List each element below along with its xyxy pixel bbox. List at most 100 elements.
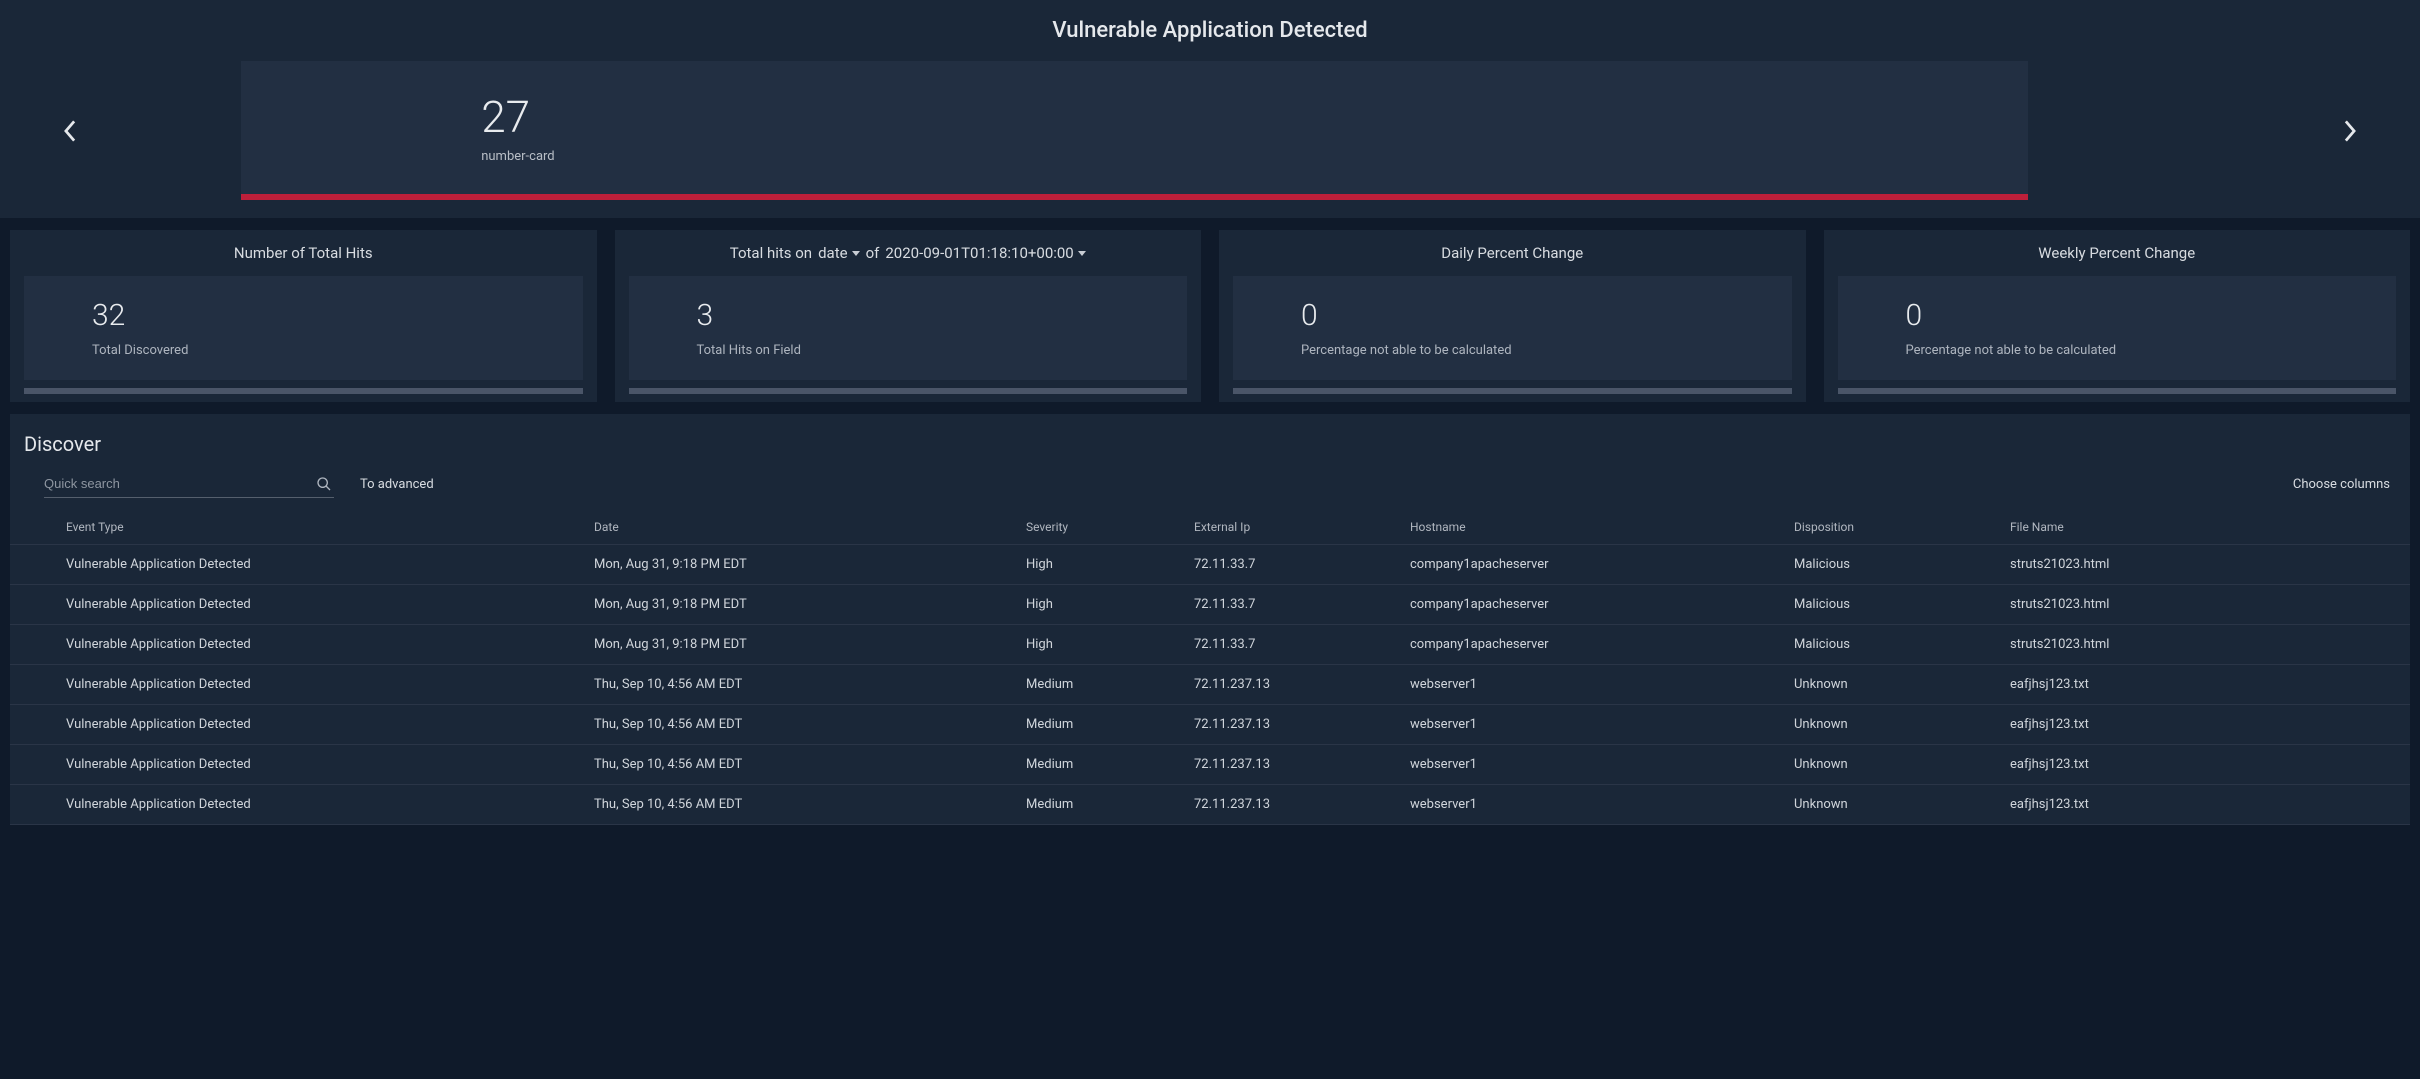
cell-hostname: webserver1 [1402,705,1786,745]
stat-label: Total Hits on Field [697,343,1188,358]
cell-event: Vulnerable Application Detected [10,785,586,825]
cell-hostname: company1apacheserver [1402,625,1786,665]
cell-hostname: company1apacheserver [1402,545,1786,585]
stat-label: Percentage not able to be calculated [1906,343,2397,358]
hero-label: number-card [481,149,2027,164]
cell-disposition: Malicious [1786,545,2002,585]
chevron-left-icon [63,120,77,142]
discover-section: Discover To advanced Choose columns Even… [10,414,2410,825]
cell-event: Vulnerable Application Detected [10,705,586,745]
cell-severity: High [1018,585,1186,625]
stat-title: Number of Total Hits [24,244,583,262]
column-header[interactable]: Event Type [10,510,586,545]
stat-card: 0Percentage not able to be calculated [1233,276,1792,380]
cell-ip: 72.11.33.7 [1186,625,1402,665]
prev-button[interactable] [50,111,90,151]
cell-date: Mon, Aug 31, 9:18 PM EDT [586,585,1018,625]
stat-panel: Weekly Percent Change 0 Percentage not abl… [1824,230,2411,402]
events-table: Event TypeDateSeverityExternal IpHostnam… [10,510,2410,825]
cell-ip: 72.11.33.7 [1186,545,1402,585]
scrollbar[interactable] [1233,388,1792,394]
stat-value: 0 [1906,298,2397,333]
cell-severity: Medium [1018,785,1186,825]
cell-date: Thu, Sep 10, 4:56 AM EDT [586,705,1018,745]
cell-date: Mon, Aug 31, 9:18 PM EDT [586,625,1018,665]
cell-disposition: Unknown [1786,665,2002,705]
cell-severity: High [1018,545,1186,585]
to-advanced-link[interactable]: To advanced [360,477,434,492]
cell-filename: eafjhsj123.txt [2002,745,2410,785]
scrollbar[interactable] [629,388,1188,394]
cell-event: Vulnerable Application Detected [10,545,586,585]
cell-filename: eafjhsj123.txt [2002,705,2410,745]
page-title: Vulnerable Application Detected [0,18,2420,43]
cell-event: Vulnerable Application Detected [10,745,586,785]
column-header[interactable]: Date [586,510,1018,545]
table-row[interactable]: Vulnerable Application DetectedMon, Aug … [10,585,2410,625]
stat-panel: Daily Percent Change 0Percentage not able… [1219,230,1806,402]
table-row[interactable]: Vulnerable Application DetectedThu, Sep … [10,745,2410,785]
next-button[interactable] [2330,111,2370,151]
cell-event: Vulnerable Application Detected [10,665,586,705]
cell-severity: High [1018,625,1186,665]
cell-severity: Medium [1018,665,1186,705]
hero-number-card: 27 number-card [241,61,2027,200]
table-row[interactable]: Vulnerable Application DetectedMon, Aug … [10,545,2410,585]
discover-toolbar: To advanced Choose columns [10,470,2410,510]
header-section: Vulnerable Application Detected 27 numbe… [0,0,2420,218]
cell-ip: 72.11.237.13 [1186,745,1402,785]
search-input[interactable] [44,470,334,497]
cell-filename: struts21023.html [2002,625,2410,665]
stat-date-field-dropdown[interactable]: date [818,244,859,262]
stat-label: Percentage not able to be calculated [1301,343,1792,358]
cell-filename: struts21023.html [2002,585,2410,625]
column-header[interactable]: Severity [1018,510,1186,545]
cell-hostname: webserver1 [1402,785,1786,825]
cell-hostname: webserver1 [1402,665,1786,705]
stat-value: 3 [697,298,1188,333]
cell-date: Mon, Aug 31, 9:18 PM EDT [586,545,1018,585]
stat-card: 0 Percentage not able to be calculated [1838,276,2397,380]
cell-filename: eafjhsj123.txt [2002,665,2410,705]
stat-title: Daily Percent Change [1233,244,1792,262]
stat-label: Total Discovered [92,343,583,358]
cell-ip: 72.11.237.13 [1186,785,1402,825]
cell-hostname: webserver1 [1402,745,1786,785]
table-row[interactable]: Vulnerable Application DetectedMon, Aug … [10,625,2410,665]
cell-event: Vulnerable Application Detected [10,585,586,625]
cell-disposition: Unknown [1786,745,2002,785]
caret-down-icon [1078,251,1086,256]
stat-value: 32 [92,298,583,333]
cell-disposition: Unknown [1786,705,2002,745]
discover-title: Discover [10,432,2410,470]
stats-row: Number of Total Hits 32 Total Discovered To… [0,230,2420,402]
table-row[interactable]: Vulnerable Application DetectedThu, Sep … [10,665,2410,705]
cell-disposition: Unknown [1786,785,2002,825]
stat-card: 3 Total Hits on Field [629,276,1188,380]
cell-disposition: Malicious [1786,585,2002,625]
cell-event: Vulnerable Application Detected [10,625,586,665]
table-row[interactable]: Vulnerable Application DetectedThu, Sep … [10,705,2410,745]
cell-date: Thu, Sep 10, 4:56 AM EDT [586,745,1018,785]
column-header[interactable]: File Name [2002,510,2410,545]
hero-value: 27 [481,91,2027,143]
cell-filename: eafjhsj123.txt [2002,785,2410,825]
scrollbar[interactable] [1838,388,2397,394]
cell-filename: struts21023.html [2002,545,2410,585]
table-header-row: Event TypeDateSeverityExternal IpHostnam… [10,510,2410,545]
column-header[interactable]: Hostname [1402,510,1786,545]
table-row[interactable]: Vulnerable Application DetectedThu, Sep … [10,785,2410,825]
search-icon [316,476,332,492]
chevron-right-icon [2343,120,2357,142]
cell-ip: 72.11.237.13 [1186,705,1402,745]
stat-panel: Total hits ondateof2020-09-01T01:18:10+0… [615,230,1202,402]
stat-title: Weekly Percent Change [1838,244,2397,262]
column-header[interactable]: Disposition [1786,510,2002,545]
scrollbar[interactable] [24,388,583,394]
hero-card-wrap: 27 number-card [0,61,2420,200]
stat-panel: Number of Total Hits 32 Total Discovered [10,230,597,402]
stat-card: 32 Total Discovered [24,276,583,380]
stat-date-value-dropdown[interactable]: 2020-09-01T01:18:10+00:00 [885,244,1085,262]
choose-columns-link[interactable]: Choose columns [2293,477,2390,492]
column-header[interactable]: External Ip [1186,510,1402,545]
